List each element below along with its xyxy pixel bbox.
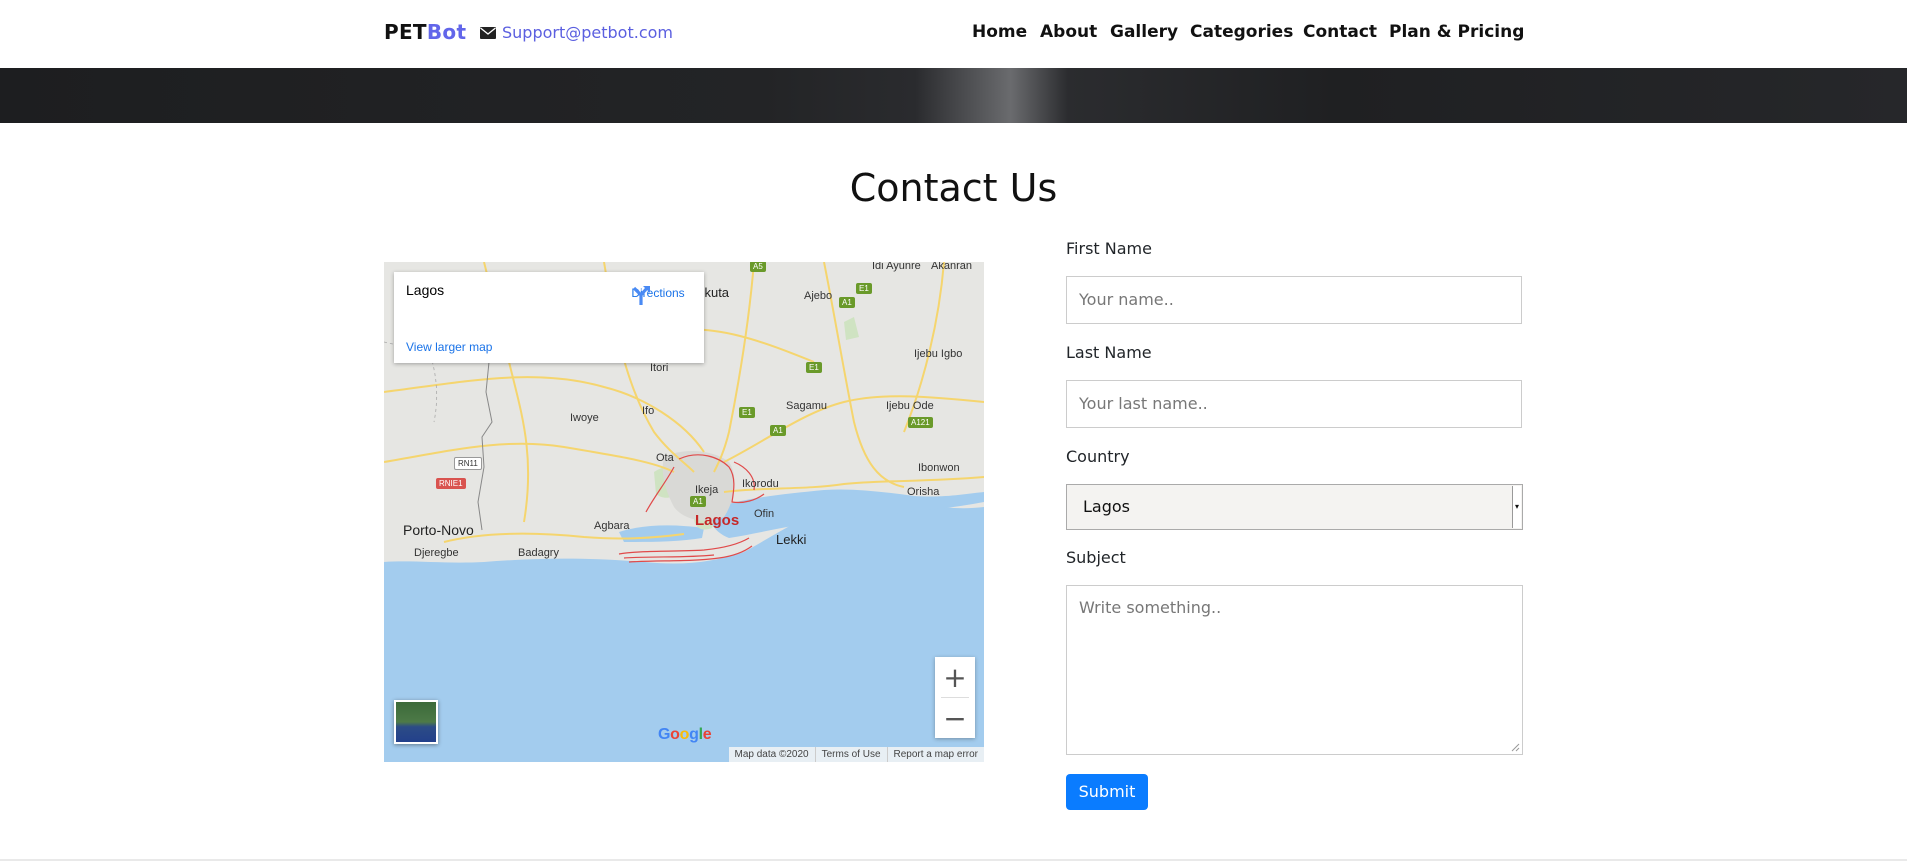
google-logo-letter: o [679, 726, 690, 743]
label-sagamu: Sagamu [786, 400, 827, 412]
subject-label: Subject [1066, 548, 1126, 567]
view-larger-map-link[interactable]: View larger map [406, 340, 492, 354]
label-ajebo: Ajebo [804, 290, 833, 302]
label-lagos: Lagos [695, 512, 740, 529]
first-name-input[interactable]: Your name.. [1066, 276, 1522, 324]
last-name-label: Last Name [1066, 343, 1152, 362]
label-idi-ayunre: Idi Ayunre [872, 262, 921, 272]
chevron-down-icon[interactable]: ▾ [1512, 486, 1521, 528]
badge-a1-b: A1 [770, 425, 786, 436]
zoom-in-button[interactable]: + [935, 657, 975, 697]
label-badagry: Badagry [518, 547, 559, 559]
badge-a5: A5 [750, 262, 766, 272]
label-itori: Itori [650, 362, 669, 374]
nav-contact[interactable]: Contact [1303, 22, 1377, 42]
brand-part-1: PET [384, 20, 427, 44]
country-label: Country [1066, 447, 1130, 466]
last-name-input[interactable]: Your last name.. [1066, 380, 1522, 428]
brand-part-2: Bot [426, 20, 467, 44]
first-name-label: First Name [1066, 239, 1152, 258]
label-lekki: Lekki [776, 532, 807, 547]
badge-a121: A121 [908, 417, 933, 428]
label-ikeja: Ikeja [695, 484, 719, 496]
google-logo-letter: o [670, 726, 680, 743]
badge-e1-b: E1 [806, 362, 822, 373]
satellite-toggle[interactable] [394, 700, 438, 744]
nav-home[interactable]: Home [972, 22, 1027, 42]
support-email-link[interactable]: Support@petbot.com [480, 23, 673, 42]
label-iwoye: Iwoye [570, 412, 599, 424]
badge-e1-c: E1 [739, 407, 755, 418]
report-map-error-link[interactable]: Report a map error [886, 747, 984, 762]
navbar: PETBot Support@petbot.com Home About Gal… [0, 0, 1907, 68]
badge-e1-a: E1 [856, 283, 872, 294]
directions-button[interactable]: Directions [630, 284, 686, 305]
envelope-icon [480, 26, 496, 39]
badge-rnie1: RNIE1 [436, 478, 466, 489]
subject-textarea[interactable]: Write something.. [1066, 585, 1523, 755]
support-email-text: Support@petbot.com [502, 23, 673, 42]
google-logo-letter: e [702, 726, 712, 743]
map-place-name: Lagos [406, 282, 445, 298]
label-ifo: Ifo [642, 405, 655, 417]
resize-grip-icon[interactable] [1511, 743, 1520, 752]
map-embed[interactable]: Idi Ayunre Akanran eokuta Ajebo Ijebu Ig… [384, 262, 984, 762]
terms-of-use-link[interactable]: Terms of Use [814, 747, 887, 762]
badge-a1-a: A1 [839, 297, 855, 308]
submit-button[interactable]: Submit [1066, 774, 1148, 810]
google-logo: Google [658, 726, 712, 744]
label-porto-novo: Porto-Novo [403, 522, 474, 538]
subject-placeholder: Write something.. [1079, 598, 1222, 617]
map-data-text: Map data ©2020 [734, 749, 809, 760]
google-logo-letter: G [658, 726, 671, 743]
label-orisha: Orisha [907, 486, 940, 498]
hero-banner [0, 68, 1907, 123]
directions-icon [632, 286, 650, 305]
label-agbara: Agbara [594, 520, 630, 532]
label-ibonwon: Ibonwon [918, 462, 960, 474]
label-ijebu-igbo: Ijebu Igbo [914, 348, 963, 360]
country-select[interactable]: Lagos ▾ [1066, 484, 1523, 530]
badge-rn11: RN11 [454, 457, 482, 470]
nav-plan-pricing[interactable]: Plan & Pricing [1389, 22, 1524, 42]
map-info-card: Lagos Directions View larger map [394, 272, 704, 363]
nav-categories[interactable]: Categories [1190, 22, 1293, 42]
page-title: Contact Us [849, 166, 1058, 210]
label-ijebu-ode: Ijebu Ode [886, 400, 934, 412]
label-ota: Ota [656, 452, 674, 464]
google-logo-letter: g [689, 726, 699, 743]
label-ofin: Ofin [754, 508, 775, 520]
badge-a1-c: A1 [690, 496, 706, 507]
label-akanran: Akanran [931, 262, 972, 272]
country-selected-value: Lagos [1083, 497, 1130, 516]
map-attribution: Map data ©2020 Terms of Use Report a map… [728, 747, 984, 762]
nav-about[interactable]: About [1040, 22, 1097, 42]
label-ikorodu: Ikorodu [742, 478, 779, 490]
label-djeregbe: Djeregbe [414, 547, 459, 559]
zoom-controls: + − [935, 657, 975, 738]
zoom-out-button[interactable]: − [935, 698, 975, 738]
brand-logo[interactable]: PETBot [384, 20, 466, 44]
nav-gallery[interactable]: Gallery [1110, 22, 1178, 42]
